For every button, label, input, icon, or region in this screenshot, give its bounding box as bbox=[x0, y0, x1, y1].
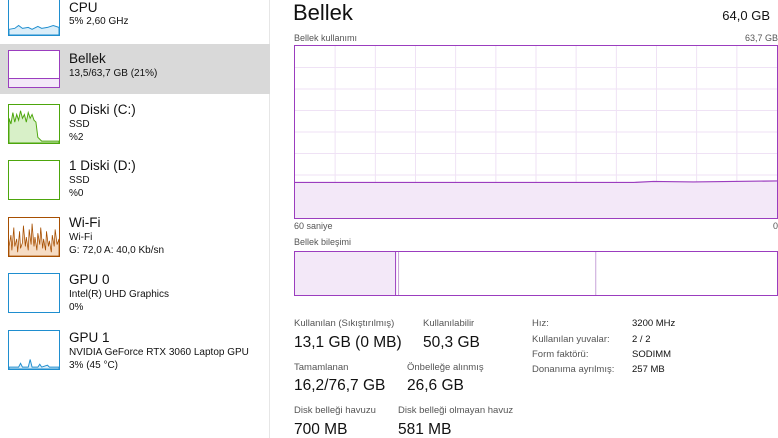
committed-label: Tamamlanan bbox=[294, 362, 349, 373]
memory-usage-graph bbox=[294, 45, 778, 219]
sidebar-item-title: GPU 1 bbox=[69, 330, 110, 345]
hardware-reserved-label: Donanıma ayrılmış: bbox=[532, 364, 615, 375]
hardware-reserved-value: 257 MB bbox=[632, 364, 665, 375]
sidebar-item-memory[interactable]: Bellek 13,5/63,7 GB (21%) bbox=[0, 44, 270, 94]
speed-value: 3200 MHz bbox=[632, 318, 676, 329]
cached-label: Önbelleğe alınmış bbox=[407, 362, 484, 373]
sidebar-item-detail: 5% 2,60 GHz bbox=[69, 16, 129, 27]
memory-performance-panel: Bellek 64,0 GB Bellek kullanımı 63,7 GB bbox=[271, 0, 778, 438]
disk-0-thumbnail-graph bbox=[8, 104, 60, 144]
time-axis-end: 0 bbox=[772, 221, 778, 231]
sidebar-item-cpu[interactable]: CPU 5% 2,60 GHz bbox=[0, 0, 270, 40]
usage-graph-label: Bellek kullanımı bbox=[294, 33, 358, 43]
composition-label: Bellek bileşimi bbox=[294, 237, 352, 247]
sidebar-item-detail: Wi-Fi bbox=[69, 232, 93, 243]
sidebar-item-detail: SSD bbox=[69, 175, 90, 186]
memory-composition-bar bbox=[294, 251, 778, 296]
slots-value: 2 / 2 bbox=[632, 334, 651, 345]
nonpaged-pool-label: Disk belleği olmayan havuz bbox=[398, 405, 514, 416]
form-factor-label: Form faktörü: bbox=[532, 349, 589, 360]
sidebar-item-title: Wi-Fi bbox=[69, 215, 101, 230]
in-use-label: Kullanılan (Sıkıştırılmış) bbox=[294, 318, 395, 329]
sidebar-item-detail: Intel(R) UHD Graphics bbox=[69, 289, 170, 300]
sidebar-item-wifi[interactable]: Wi-Fi Wi-Fi G: 72,0 A: 40,0 Kb/sn bbox=[0, 213, 270, 265]
gpu-0-thumbnail-graph bbox=[8, 273, 60, 313]
total-memory: 64,0 GB bbox=[722, 8, 770, 23]
sidebar-item-title: CPU bbox=[69, 0, 98, 15]
available-label: Kullanılabilir bbox=[423, 318, 475, 329]
sidebar-item-gpu-1[interactable]: GPU 1 NVIDIA GeForce RTX 3060 Laptop GPU… bbox=[0, 328, 270, 380]
in-use-value: 13,1 GB (0 MB) bbox=[294, 334, 402, 351]
sidebar-item-title: 1 Diski (D:) bbox=[69, 158, 136, 173]
sidebar-item-detail: G: 72,0 A: 40,0 Kb/sn bbox=[69, 245, 165, 256]
gpu-1-thumbnail-graph bbox=[8, 330, 60, 370]
page-title: Bellek bbox=[293, 0, 353, 25]
sidebar-item-detail: 0% bbox=[69, 302, 84, 313]
sidebar-item-detail: NVIDIA GeForce RTX 3060 Laptop GPU bbox=[69, 347, 249, 358]
paged-pool-label: Disk belleği havuzu bbox=[294, 405, 376, 416]
cpu-thumbnail-graph bbox=[8, 0, 60, 36]
sidebar-item-detail: 3% (45 °C) bbox=[69, 360, 119, 371]
nonpaged-pool-value: 581 MB bbox=[398, 421, 452, 438]
paged-pool-value: 700 MB bbox=[294, 421, 348, 438]
slots-label: Kullanılan yuvalar: bbox=[532, 334, 610, 345]
disk-1-thumbnail-graph bbox=[8, 160, 60, 200]
sidebar-item-title: GPU 0 bbox=[69, 272, 110, 287]
available-value: 50,3 GB bbox=[423, 334, 480, 351]
wifi-thumbnail-graph bbox=[8, 217, 60, 257]
sidebar-item-disk-1[interactable]: 1 Diski (D:) SSD %0 bbox=[0, 156, 270, 208]
usage-graph-max: 63,7 GB bbox=[744, 33, 778, 43]
sidebar-item-detail: %0 bbox=[69, 188, 84, 199]
form-factor-value: SODIMM bbox=[632, 349, 672, 360]
sidebar-item-title: Bellek bbox=[69, 51, 106, 66]
sidebar-item-disk-0[interactable]: 0 Diski (C:) SSD %2 bbox=[0, 100, 270, 152]
sidebar-item-gpu-0[interactable]: GPU 0 Intel(R) UHD Graphics 0% bbox=[0, 270, 270, 322]
sidebar-item-title: 0 Diski (C:) bbox=[69, 102, 136, 117]
speed-label: Hız: bbox=[532, 318, 549, 329]
time-axis-start: 60 saniye bbox=[294, 221, 333, 231]
sidebar: CPU 5% 2,60 GHz Bellek 13,5/63,7 GB (21%… bbox=[0, 0, 270, 438]
cached-value: 26,6 GB bbox=[407, 377, 464, 394]
memory-thumbnail-graph bbox=[8, 50, 60, 88]
sidebar-item-detail: SSD bbox=[69, 119, 90, 130]
committed-value: 16,2/76,7 GB bbox=[294, 377, 386, 394]
sidebar-item-detail: %2 bbox=[69, 132, 84, 143]
sidebar-item-detail: 13,5/63,7 GB (21%) bbox=[69, 68, 158, 79]
